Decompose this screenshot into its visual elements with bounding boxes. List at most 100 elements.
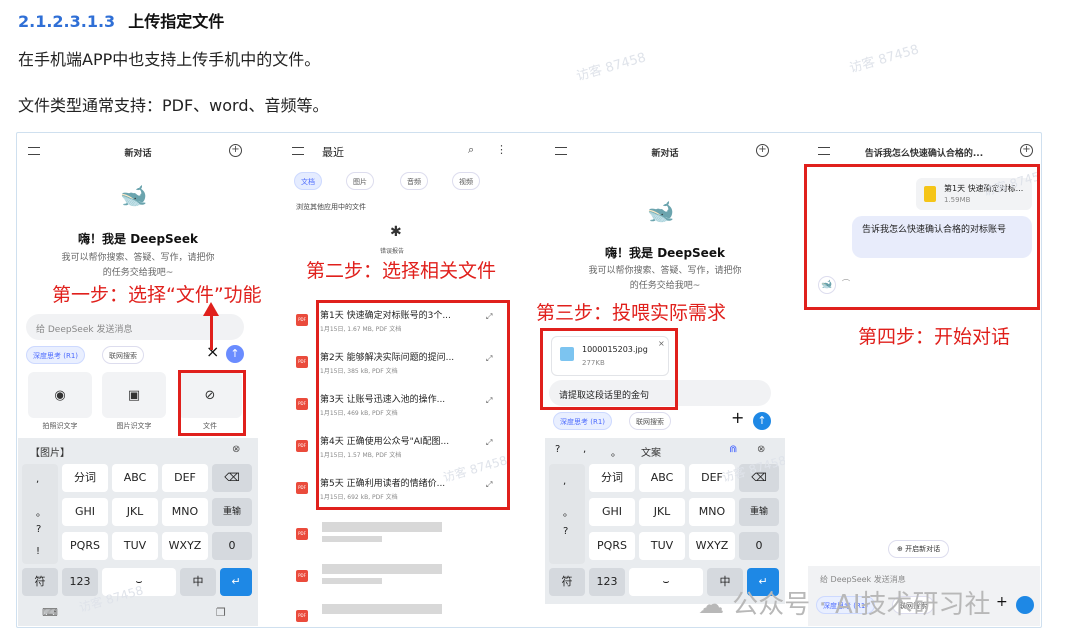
greeting: 嗨！我是 DeepSeek: [605, 246, 725, 260]
kb-symbol[interactable]: ,: [583, 444, 586, 455]
new-chat-icon: ⊕: [897, 545, 906, 553]
tab-docs[interactable]: 文档: [294, 172, 322, 190]
symbol-key[interactable]: 符: [22, 568, 58, 596]
menu-icon[interactable]: [292, 147, 304, 155]
key-zero[interactable]: 0: [212, 532, 252, 560]
greeting-sub-1: 我可以帮你搜索、答疑、写作，请把你: [61, 253, 215, 263]
key-wxyz[interactable]: WXYZ: [689, 532, 735, 560]
key-label: 。: [36, 508, 46, 519]
highlight-box: [804, 164, 1040, 310]
search-icon[interactable]: ⌕: [468, 143, 474, 157]
arrow-up-icon: [203, 302, 219, 316]
deep-think-chip[interactable]: 深度思考 (R1): [553, 412, 613, 430]
key-pqrs[interactable]: PQRS: [62, 532, 108, 560]
key-abc[interactable]: ABC: [639, 464, 685, 492]
deepseek-logo-icon: 🐋: [647, 200, 675, 225]
pdf-icon: PDF: [296, 314, 308, 326]
step-2-label: 第二步：选择相关文件: [306, 260, 497, 282]
keyboard-icon[interactable]: ⌨: [42, 606, 58, 619]
section-title: 上传指定文件: [128, 12, 225, 31]
key-label: ?: [563, 526, 569, 537]
clipboard-icon[interactable]: ❐: [216, 606, 226, 619]
key-tuv[interactable]: TUV: [639, 532, 685, 560]
add-icon[interactable]: +: [731, 408, 744, 427]
key-wxyz[interactable]: WXYZ: [162, 532, 208, 560]
tab-video[interactable]: 视频: [452, 172, 480, 190]
blurred-row: [322, 564, 442, 574]
deepseek-logo-icon: 🐋: [120, 184, 148, 209]
greeting: 嗨！我是 DeepSeek: [78, 232, 198, 246]
greeting-sub-2: 的任务交给我吧~: [102, 268, 174, 278]
pdf-icon: PDF: [296, 528, 308, 540]
document-page: 2.1.2.3.1.3 上传指定文件 在手机端APP中也支持上传手机中的文件。 …: [0, 0, 1080, 644]
stop-button[interactable]: [1016, 596, 1034, 614]
key-label: 。: [563, 508, 573, 519]
symbol-key[interactable]: 符: [549, 568, 585, 596]
section-label: 浏览其他应用中的文件: [296, 203, 366, 211]
key-ghi[interactable]: GHI: [62, 498, 108, 526]
space-key[interactable]: ⌣: [629, 568, 703, 596]
more-icon[interactable]: ⋮: [496, 143, 507, 156]
blurred-row: [322, 522, 442, 532]
screen-title: 告诉我怎么快速确认合格的...: [864, 149, 984, 159]
kb-symbol[interactable]: ?: [555, 444, 560, 455]
key-zero[interactable]: 0: [739, 532, 779, 560]
highlight-box: [178, 370, 246, 436]
key-fenci[interactable]: 分词: [62, 464, 108, 492]
backspace-key[interactable]: ⌫: [212, 464, 252, 492]
blurred-row: [322, 604, 442, 614]
bug-report-label: 错误报告: [380, 248, 405, 255]
tab-audio[interactable]: 音频: [400, 172, 428, 190]
send-button[interactable]: ↑: [226, 345, 244, 363]
number-key[interactable]: 123: [62, 568, 98, 596]
section-number: 2.1.2.3.1.3: [18, 12, 116, 31]
pdf-icon: PDF: [296, 398, 308, 410]
ai-icon[interactable]: ⋒: [729, 444, 737, 455]
kb-symbol[interactable]: 。: [611, 444, 621, 459]
bug-icon[interactable]: ✱: [390, 224, 402, 240]
image-icon: ▣: [127, 388, 141, 403]
key-mno[interactable]: MNO: [162, 498, 208, 526]
camera-icon: ◉: [54, 388, 66, 403]
new-chat-icon[interactable]: +: [1020, 144, 1033, 157]
number-key[interactable]: 123: [589, 568, 625, 596]
wechat-watermark-text: 公众号 · AI技术研习社: [732, 590, 991, 620]
key-pqrs[interactable]: PQRS: [589, 532, 635, 560]
pdf-icon: PDF: [296, 610, 308, 622]
tab-images[interactable]: 图片: [346, 172, 374, 190]
key-ghi[interactable]: GHI: [589, 498, 635, 526]
keyboard-suggestion[interactable]: 【图片】: [30, 444, 70, 459]
tile-label: 图片识文字: [116, 422, 152, 430]
retype-key[interactable]: 重输: [739, 498, 779, 526]
new-chat-icon[interactable]: +: [756, 144, 769, 157]
send-button[interactable]: ↑: [753, 412, 771, 430]
retype-key[interactable]: 重输: [212, 498, 252, 526]
enter-key[interactable]: ↵: [220, 568, 252, 596]
web-search-chip[interactable]: 联网搜索: [629, 412, 671, 430]
key-jkl[interactable]: JKL: [112, 498, 158, 526]
deep-think-chip[interactable]: 深度思考 (R1): [26, 346, 86, 364]
new-chat-icon[interactable]: +: [229, 144, 242, 157]
blurred-row: [322, 536, 382, 542]
greeting-sub-1: 我可以帮你搜索、答疑、写作，请把你: [588, 266, 742, 276]
new-chat-button[interactable]: ⊕ 开启新对话: [888, 540, 950, 558]
key-tuv[interactable]: TUV: [112, 532, 158, 560]
pdf-icon: PDF: [296, 570, 308, 582]
close-icon[interactable]: ⊗: [757, 444, 765, 455]
kb-suggestion[interactable]: 文案: [641, 444, 661, 459]
pdf-icon: PDF: [296, 482, 308, 494]
chinese-key[interactable]: 中: [180, 568, 216, 596]
wechat-watermark: ☁ 公众号 · AI技术研习社: [698, 584, 991, 621]
add-icon[interactable]: +: [996, 594, 1008, 610]
key-abc[interactable]: ABC: [112, 464, 158, 492]
pdf-icon: PDF: [296, 356, 308, 368]
key-label: ?: [36, 524, 42, 535]
close-icon[interactable]: ⊗: [232, 444, 240, 455]
key-fenci[interactable]: 分词: [589, 464, 635, 492]
key-jkl[interactable]: JKL: [639, 498, 685, 526]
key-mno[interactable]: MNO: [689, 498, 735, 526]
tile-label: 拍照识文字: [42, 422, 78, 430]
paragraph-1: 在手机端APP中也支持上传手机中的文件。: [18, 50, 321, 69]
key-def[interactable]: DEF: [162, 464, 208, 492]
web-search-chip[interactable]: 联网搜索: [102, 346, 144, 364]
